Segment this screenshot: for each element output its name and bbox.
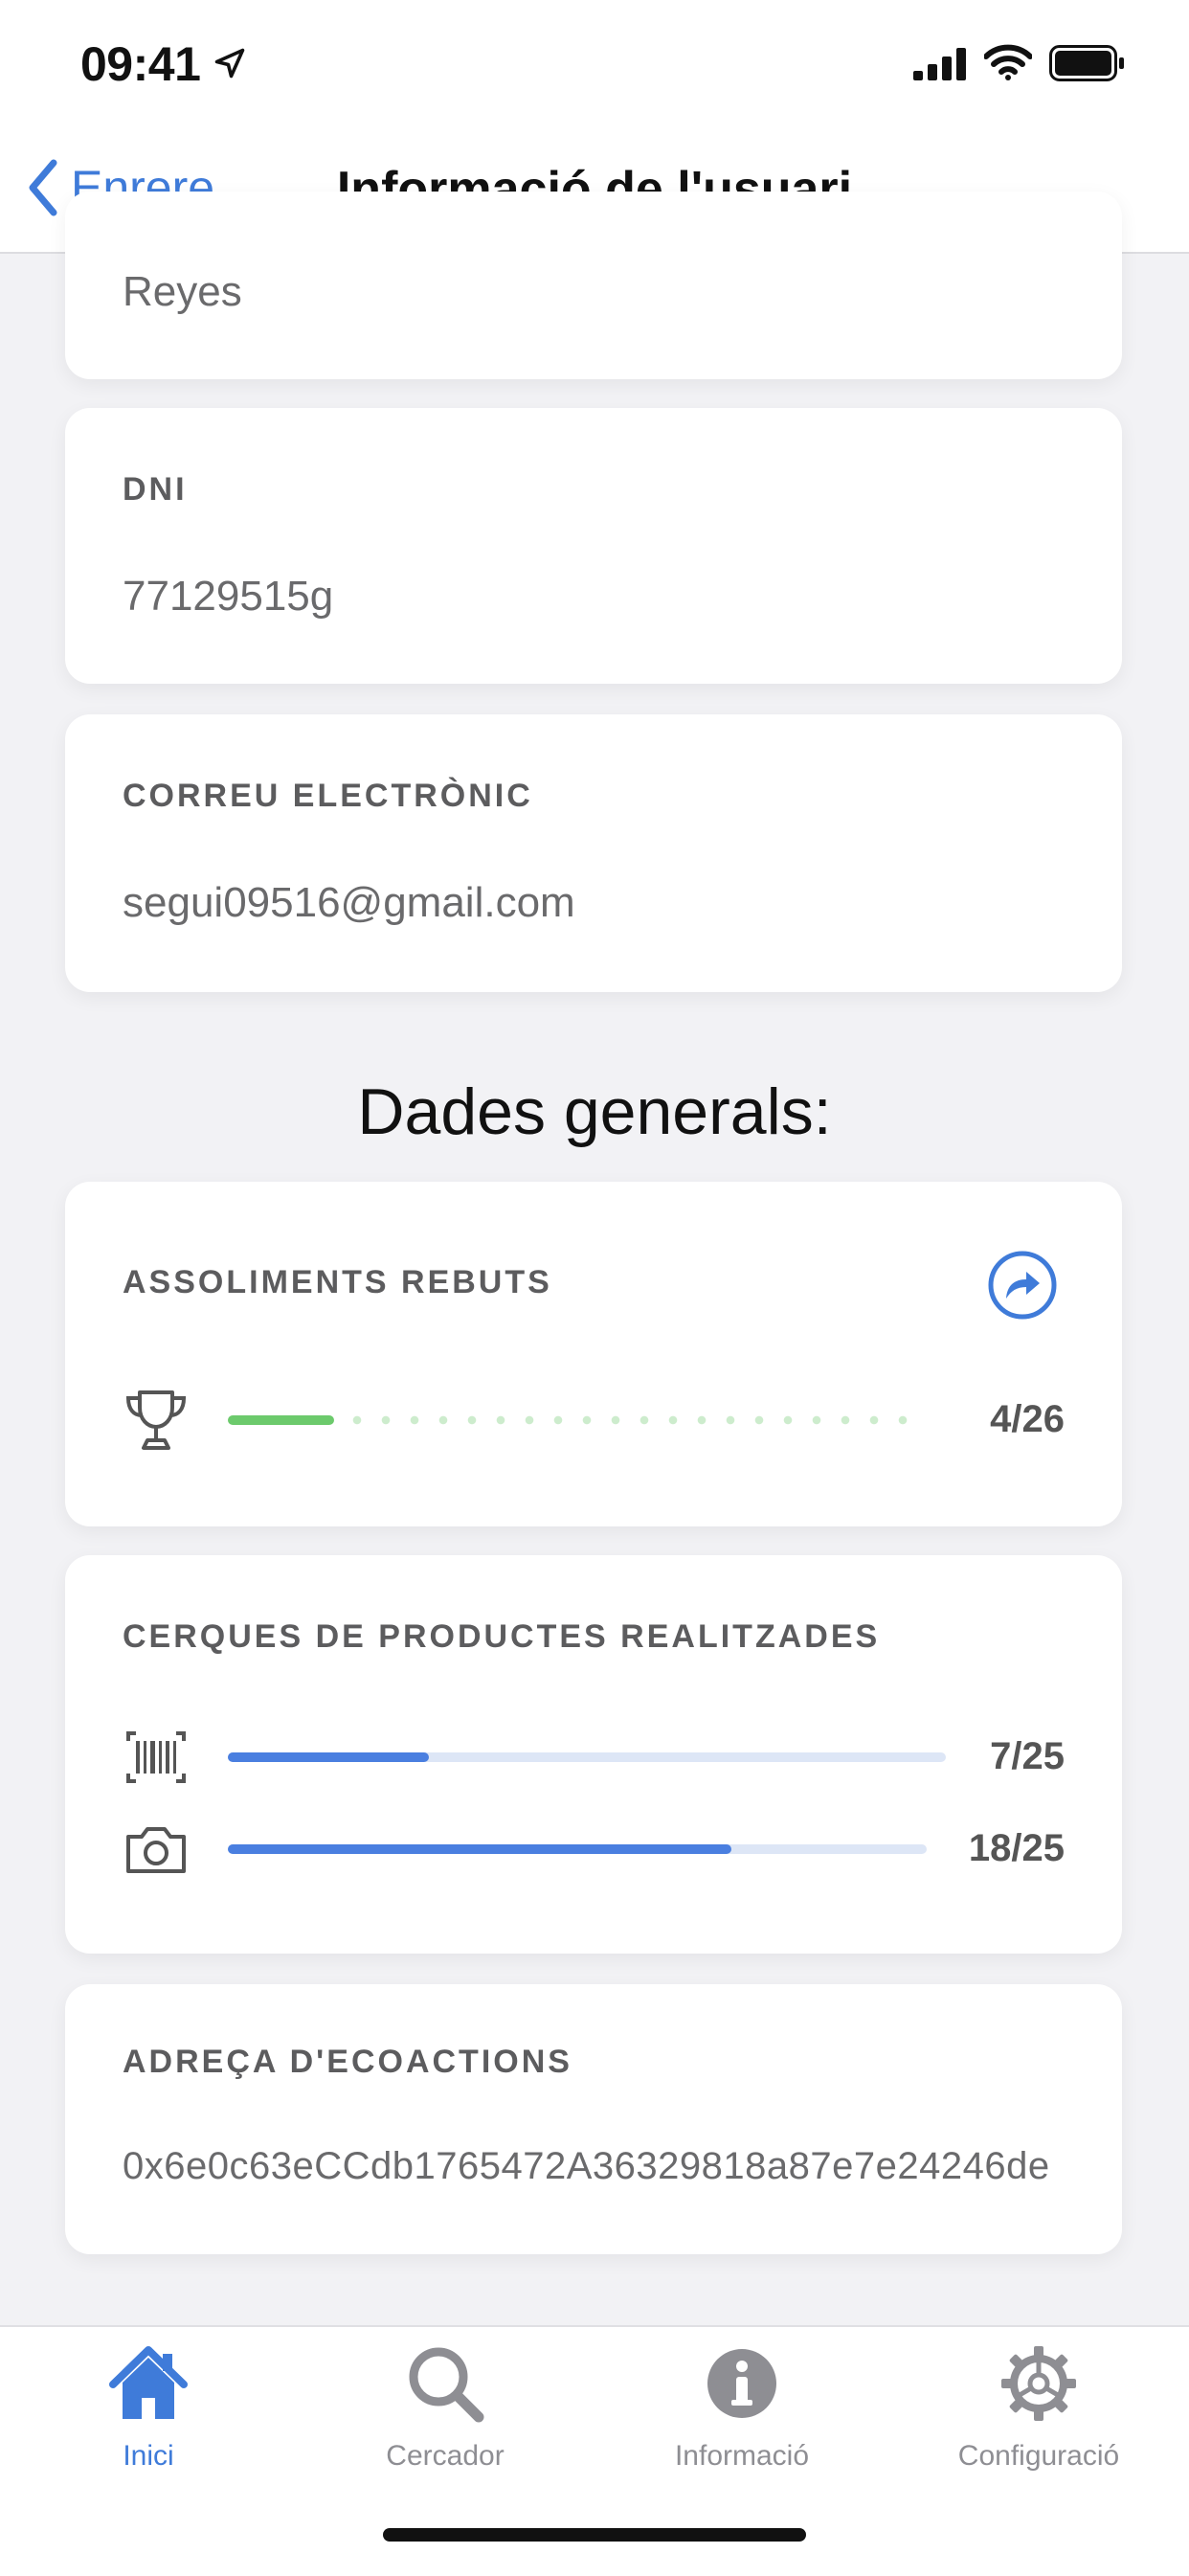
achievements-count: 4/26 — [990, 1398, 1065, 1440]
camera-icon — [126, 1827, 186, 1873]
search-icon — [409, 2347, 484, 2423]
tab-cercador[interactable]: Cercador — [297, 2340, 594, 2473]
info-icon — [707, 2349, 776, 2418]
barcode-progress-fill — [228, 1752, 429, 1762]
tab-label: Cercador — [386, 2440, 505, 2472]
share-icon[interactable] — [986, 1249, 1059, 1322]
tab-configuracio[interactable]: Configuració — [890, 2340, 1187, 2473]
surname-value: Reyes — [123, 268, 242, 315]
achievements-progress-fill — [228, 1415, 334, 1425]
battery-icon — [1049, 45, 1124, 81]
location-arrow-icon — [214, 48, 245, 79]
camera-search-row: 18/25 — [123, 1816, 1065, 1883]
surname-card: Reyes — [65, 192, 1122, 379]
searches-label: CERQUES DE PRODUCTES REALITZADES — [123, 1618, 881, 1655]
home-icon — [109, 2346, 188, 2419]
ecoactions-label: ADREÇA D'ECOACTIONS — [123, 2044, 572, 2080]
email-value: segui09516@gmail.com — [123, 879, 575, 926]
trophy-icon — [125, 1390, 187, 1450]
tab-label: Configuració — [957, 2440, 1120, 2472]
dni-card: DNI 77129515g — [65, 408, 1122, 684]
barcode-progress-bar — [228, 1752, 946, 1762]
home-indicator — [383, 2528, 806, 2542]
camera-count: 18/25 — [968, 1827, 1065, 1869]
cellular-signal-icon — [913, 48, 966, 80]
tab-label: Inici — [123, 2440, 174, 2472]
email-label: CORREU ELECTRÒNIC — [123, 778, 533, 814]
tab-label: Informació — [674, 2440, 810, 2472]
ecoactions-address: 0x6e0c63eCCdb1765472A36329818a87e7e24246… — [123, 2145, 1050, 2187]
achievements-label: ASSOLIMENTS REBUTS — [123, 1264, 552, 1300]
camera-progress-fill — [228, 1844, 731, 1854]
status-bar: 09:41 — [0, 0, 1189, 124]
tab-inici[interactable]: Inici — [0, 2340, 297, 2473]
wifi-icon — [984, 44, 1032, 80]
email-card: CORREU ELECTRÒNIC segui09516@gmail.com — [65, 714, 1122, 992]
camera-progress-bar — [228, 1844, 927, 1854]
dni-value: 77129515g — [123, 573, 334, 620]
barcode-count: 7/25 — [990, 1735, 1065, 1777]
status-time: 09:41 — [80, 37, 201, 91]
ecoactions-card: ADREÇA D'ECOACTIONS 0x6e0c63eCCdb1765472… — [65, 1984, 1122, 2254]
section-title: Dades generals: — [357, 1075, 832, 1148]
achievements-progress-bar — [228, 1415, 917, 1425]
searches-card: CERQUES DE PRODUCTES REALITZADES 7/25 18… — [65, 1555, 1122, 1954]
achievements-row: 4/26 — [123, 1387, 1065, 1454]
barcode-icon — [126, 1731, 186, 1783]
dni-label: DNI — [123, 471, 188, 508]
gear-icon — [1001, 2346, 1076, 2421]
achievements-card: ASSOLIMENTS REBUTS 4/26 — [65, 1182, 1122, 1526]
tab-informacio[interactable]: Informació — [594, 2340, 890, 2473]
barcode-search-row: 7/25 — [123, 1724, 1065, 1791]
